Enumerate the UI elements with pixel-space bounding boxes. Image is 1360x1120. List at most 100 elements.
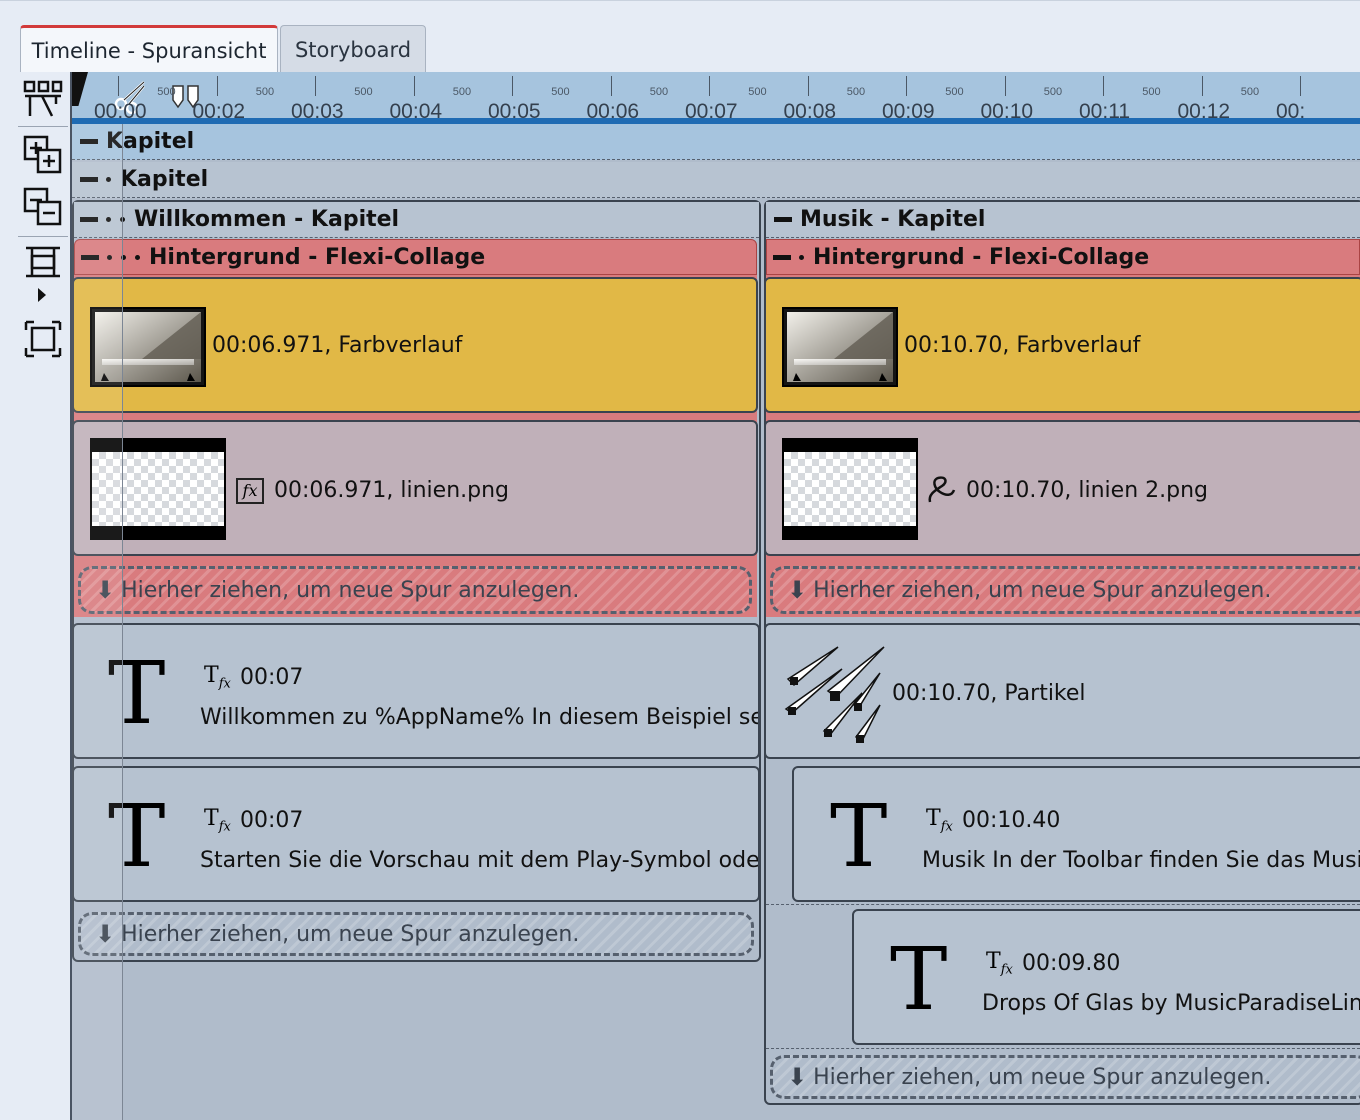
flexi-collage-left[interactable]: Hintergrund - Flexi-Collage (74, 239, 757, 275)
collapse-icon[interactable] (80, 139, 98, 144)
clip-text-music[interactable]: T Tfx 00:10.40 Musik In der Toolbar find… (792, 766, 1360, 902)
ruler-tick (315, 76, 316, 96)
ruler-half-label: 500 (649, 86, 669, 98)
track-divider (766, 1048, 1360, 1049)
ruler-tick (216, 76, 218, 96)
dropzone-left-chapter[interactable]: ⬇ Hierher ziehen, um neue Spur anzulegen… (78, 912, 754, 956)
clip-name: Farbverlauf (338, 333, 463, 358)
ruler-half-label: 500 (255, 86, 275, 98)
ruler-tick (1004, 76, 1006, 96)
clip-duration: 00:09.80 (1022, 951, 1121, 976)
tab-bar: Timeline - Spuransicht Storyboard (0, 0, 1360, 74)
add-track-icon[interactable] (22, 134, 64, 176)
clip-text: Drops Of Glas by MusicParadiseLin (982, 991, 1360, 1016)
clip-text: Musik In der Toolbar finden Sie das Musi (922, 848, 1360, 873)
chapter-title: Willkommen - Kapitel (134, 207, 400, 232)
clip-png-left[interactable]: fx 00:06.971, linien.png (72, 420, 758, 556)
clip-name: linien.png (400, 478, 510, 503)
clip-png-right[interactable]: 00:10.70, linien 2.png (764, 420, 1360, 556)
dropzone-right-chapter[interactable]: ⬇ Hierher ziehen, um neue Spur anzulegen… (770, 1055, 1360, 1099)
chapter-title: Kapitel (106, 129, 195, 154)
ruler-tick (1103, 76, 1104, 96)
clip-duration: 00:06.971, (274, 478, 394, 503)
playhead-marker[interactable] (72, 72, 88, 106)
chapter-title: Hintergrund - Flexi-Collage (149, 244, 486, 270)
level-dot (120, 217, 125, 222)
ruler-half-label: 500 (354, 86, 373, 98)
collapse-icon[interactable] (80, 217, 98, 222)
clip-duration: 00:10.70, (966, 478, 1072, 503)
collapse-icon[interactable] (81, 254, 99, 260)
motion-path-icon[interactable] (926, 474, 956, 510)
ruler-half-label: 500 (1142, 86, 1161, 98)
clip-duration: 00:10.70, (904, 333, 1010, 358)
clip-name: linien 2.png (1078, 478, 1209, 503)
fx-effect-icon[interactable]: fx (236, 478, 264, 504)
ruler-half-label: 500 (551, 86, 570, 98)
ruler-time-label: 00:12 (1177, 100, 1231, 123)
timeline-area[interactable]: 00:00 500 00:02 500 00:03 500 00:04 500 00:05 500… (72, 72, 1360, 1120)
collapse-icon[interactable] (774, 217, 792, 222)
ruler-time-label: 00:06 (586, 100, 640, 123)
particles-icon (780, 643, 890, 747)
text-fx-icon: Tfx (986, 949, 1013, 978)
tab-storyboard[interactable]: Storyboard (280, 25, 426, 73)
text-fx-icon: Tfx (204, 806, 231, 835)
expand-all-icon[interactable] (22, 318, 64, 360)
collapse-icon[interactable] (773, 254, 791, 260)
remove-track-icon[interactable] (22, 186, 64, 228)
ruler-time-label: 00:10 (980, 100, 1034, 123)
clip-particles[interactable]: 00:10.70, Partikel (764, 623, 1360, 759)
ruler-time-label: 00:00 (94, 100, 147, 123)
chapter-music[interactable]: Musik - Kapitel (766, 202, 1360, 238)
clip-gradient-left[interactable]: 00:06.971, Farbverlauf (72, 277, 758, 413)
clip-duration: 00:07 (240, 808, 304, 833)
dropzone-right-collage[interactable]: ⬇ Hierher ziehen, um neue Spur anzulegen… (770, 566, 1360, 614)
clip-text-drops[interactable]: T Tfx 00:09.80 Drops Of Glas by MusicPar… (852, 909, 1360, 1045)
clip-text-welcome[interactable]: T Tfx 00:07 Willkommen zu %AppName% In d… (72, 623, 760, 759)
clip-duration: 00:07 (240, 665, 304, 690)
ruler-time-label: 00:03 (291, 100, 344, 123)
ruler-half-label: 500 (452, 86, 472, 98)
collapse-icon[interactable] (80, 177, 98, 182)
dropzone-label: Hierher ziehen, um neue Spur anzulegen. (121, 921, 580, 947)
ruler-time-label: 00:09 (882, 100, 935, 123)
clip-gradient-right[interactable]: 00:10.70, Farbverlauf (764, 277, 1360, 413)
ruler-tick (610, 76, 612, 96)
chapter-welcome[interactable]: Willkommen - Kapitel (74, 202, 759, 238)
ruler-time-label: 00:02 (192, 100, 246, 123)
ruler-tick (1300, 76, 1301, 96)
clip-text: Willkommen zu %AppName% In diesem Beispi… (200, 705, 760, 730)
ruler-tick (709, 76, 710, 96)
ruler-tick (807, 76, 809, 96)
dropzone-left-collage[interactable]: ⬇ Hierher ziehen, um neue Spur anzulegen… (78, 566, 752, 614)
toolbar-separator (18, 236, 68, 237)
flexi-collage-right[interactable]: Hintergrund - Flexi-Collage (766, 239, 1360, 275)
track-divider (766, 904, 1360, 905)
ruler-time-label: 00:04 (389, 100, 443, 123)
ruler-tick (512, 76, 513, 96)
chapter-sub[interactable]: Kapitel (72, 162, 1360, 198)
ruler-time-label: 00: (1276, 100, 1306, 123)
split-tracks-icon[interactable] (22, 78, 64, 120)
ruler-half-label: 500 (1043, 86, 1063, 98)
ruler-half-label: 500 (1240, 86, 1260, 98)
chapter-root[interactable]: Kapitel (72, 124, 1360, 160)
clip-name: Partikel (1004, 681, 1086, 706)
gradient-thumbnail (90, 307, 206, 387)
level-dot (799, 254, 804, 260)
level-dot (121, 254, 126, 260)
expand-arrow-icon[interactable] (38, 288, 46, 302)
chapter-title: Musik - Kapitel (800, 207, 986, 232)
text-fx-icon: Tfx (204, 663, 231, 692)
ruler-time-label: 00:08 (783, 100, 837, 123)
arrow-down-icon: ⬇ (95, 920, 116, 948)
level-dot (135, 254, 140, 260)
tab-timeline[interactable]: Timeline - Spuransicht (20, 25, 278, 73)
ruler-tick (906, 76, 907, 96)
png-thumbnail (782, 438, 918, 540)
clip-text-start[interactable]: T Tfx 00:07 Starten Sie die Vorschau mit… (72, 766, 760, 902)
ruler-time-label: 00:11 (1079, 100, 1130, 123)
time-ruler[interactable]: 00:00 500 00:02 500 00:03 500 00:04 500 00:05 500… (72, 72, 1360, 124)
fit-timeline-icon[interactable] (22, 242, 64, 284)
